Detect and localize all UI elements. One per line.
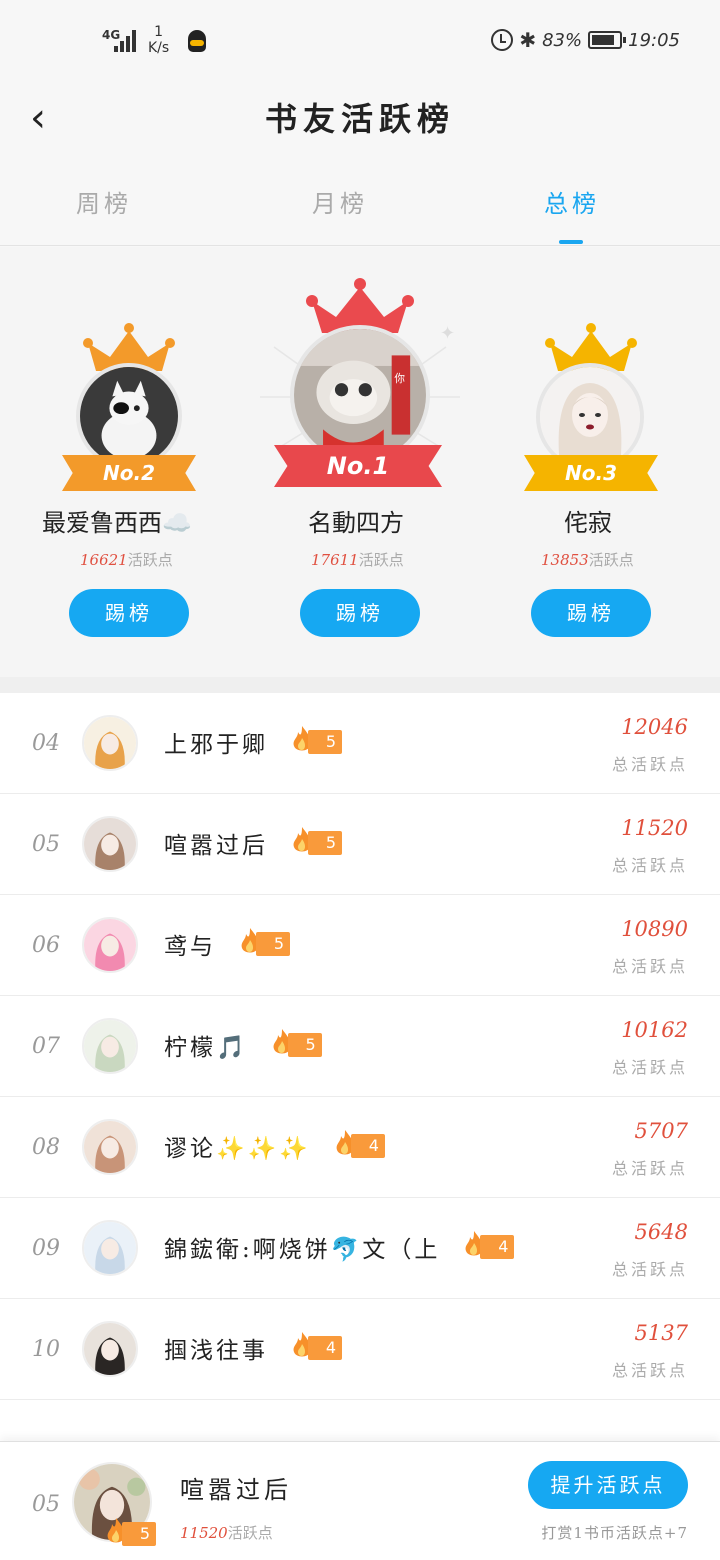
my-level-badge: 5 [104,1518,156,1546]
my-points: 11520活跃点 [180,1524,273,1542]
kick-button-rank-3[interactable]: 踢榜 [531,589,651,637]
section-divider [0,677,720,693]
kick-button-rank-2[interactable]: 踢榜 [69,589,189,637]
rank-1-points: 17611活跃点 [311,551,404,569]
tab-weekly[interactable]: 周榜 [44,184,164,219]
bluetooth-icon: ✱ [519,28,537,52]
rank-badge-3: No.3 [524,455,658,491]
tab-total[interactable]: 总榜 [512,184,632,219]
list-rank: 04 [32,731,60,756]
list-points: 10162 [621,1018,688,1042]
list-avatar[interactable] [82,1119,138,1175]
level-badge: 5 [290,827,342,855]
kick-button-rank-1[interactable]: 踢榜 [300,589,420,637]
rank-3-points: 13853活跃点 [541,551,634,569]
list-name: 谬论✨✨✨ 4 [164,1129,385,1163]
list-points-label: 总活跃点 [611,1260,688,1279]
qq-notification-icon [188,30,206,52]
level-badge: 4 [462,1231,515,1259]
list-points-label: 总活跃点 [611,755,688,774]
list-points-label: 总活跃点 [611,1159,688,1178]
rank-badge-2: No.2 [62,455,196,491]
list-points-label: 总活跃点 [611,856,688,875]
level-badge: 4 [333,1130,385,1158]
list-avatar[interactable] [82,715,138,771]
list-points-label: 总活跃点 [611,1361,688,1380]
rank-2-name: 最爱鲁西西☁️ [42,509,192,537]
level-badge: 5 [270,1029,322,1057]
ranking-list: 04 上邪于卿 5 12046 总活跃点 05 喧嚣过后 5 11520 总活跃点 06 鸢与 5 108… [0,693,720,1441]
list-rank: 09 [32,1236,60,1261]
rank-badge-1: No.1 [274,445,442,487]
list-rank: 08 [32,1135,60,1160]
list-points: 5707 [634,1119,688,1143]
battery-icon [588,31,627,49]
list-avatar[interactable] [82,1018,138,1074]
rank-3-name: 侘寂 [564,509,612,537]
list-name: 掴浅往事 4 [164,1331,342,1365]
top-three-podium: No.2 最爱鲁西西☁️ 16621活跃点 踢榜 ✦ 你 No.1 名動四方 1… [0,247,720,677]
list-avatar[interactable] [82,1321,138,1377]
rank-1-name: 名動四方 [308,509,404,537]
list-points: 10890 [621,917,688,941]
list-name: 柠檬🎵 5 [164,1028,322,1062]
list-name: 鸢与 5 [164,927,290,961]
list-item[interactable]: 07 柠檬🎵 5 10162 总活跃点 [0,996,720,1097]
level-badge: 5 [238,928,290,956]
rank-2-points: 16621活跃点 [80,551,173,569]
boost-points-button[interactable]: 提升活跃点 [528,1461,688,1509]
list-avatar[interactable] [82,1220,138,1276]
list-rank: 06 [32,933,60,958]
svg-text:你: 你 [394,372,405,385]
active-tab-indicator [559,240,583,244]
list-rank: 05 [32,832,60,857]
list-item[interactable]: 05 喧嚣过后 5 11520 总活跃点 [0,794,720,895]
list-points-label: 总活跃点 [611,957,688,976]
list-name: 喧嚣过后 5 [164,826,342,860]
list-item[interactable]: 08 谬论✨✨✨ 4 5707 总活跃点 [0,1097,720,1198]
list-avatar[interactable] [82,917,138,973]
level-badge: 4 [290,1332,342,1360]
list-item[interactable]: 06 鸢与 5 10890 总活跃点 [0,895,720,996]
ranking-tabs: 周榜 月榜 总榜 [0,170,720,246]
level-badge: 5 [290,726,342,754]
clock: 19:05 [628,29,680,51]
list-item[interactable]: 10 掴浅往事 4 5137 总活跃点 [0,1299,720,1400]
my-rank: 05 [32,1492,60,1517]
list-item[interactable]: 09 錦鋐衛:啊烧饼🐬文（上 4 5648 总活跃点 [0,1198,720,1299]
alarm-icon [491,29,514,51]
list-rank: 07 [32,1034,60,1059]
list-name: 上邪于卿 5 [164,725,342,759]
list-rank: 10 [32,1337,60,1362]
status-bar: 4G 1 K/s ✱ 83% 19:05 [0,0,720,80]
svg-text:✦: ✦ [440,323,455,344]
tab-monthly[interactable]: 月榜 [280,184,400,219]
list-points: 5137 [634,1321,688,1345]
list-points: 12046 [621,715,688,739]
signal-icon [114,30,138,52]
list-points: 11520 [621,816,688,840]
page-title: 书友活跃榜 [264,100,455,138]
reward-hint: 打赏1书币活跃点+7 [541,1524,688,1542]
list-avatar[interactable] [82,816,138,872]
avatar-rank-1[interactable]: 你 [290,325,430,465]
avatar-rank-3[interactable] [536,363,644,471]
avatar-rank-2[interactable] [76,363,182,469]
my-rank-bar: 05 5 喧嚣过后 11520活跃点 提升活跃点 打赏1书币活跃点+7 [0,1441,720,1560]
list-item[interactable]: 04 上邪于卿 5 12046 总活跃点 [0,693,720,794]
my-name: 喧嚣过后 [180,1476,292,1504]
battery-percent: 83% [542,29,583,51]
list-points-label: 总活跃点 [611,1058,688,1077]
list-name: 錦鋐衛:啊烧饼🐬文（上 4 [164,1230,515,1264]
network-speed: 1 K/s [148,24,170,56]
list-points: 5648 [634,1220,688,1244]
